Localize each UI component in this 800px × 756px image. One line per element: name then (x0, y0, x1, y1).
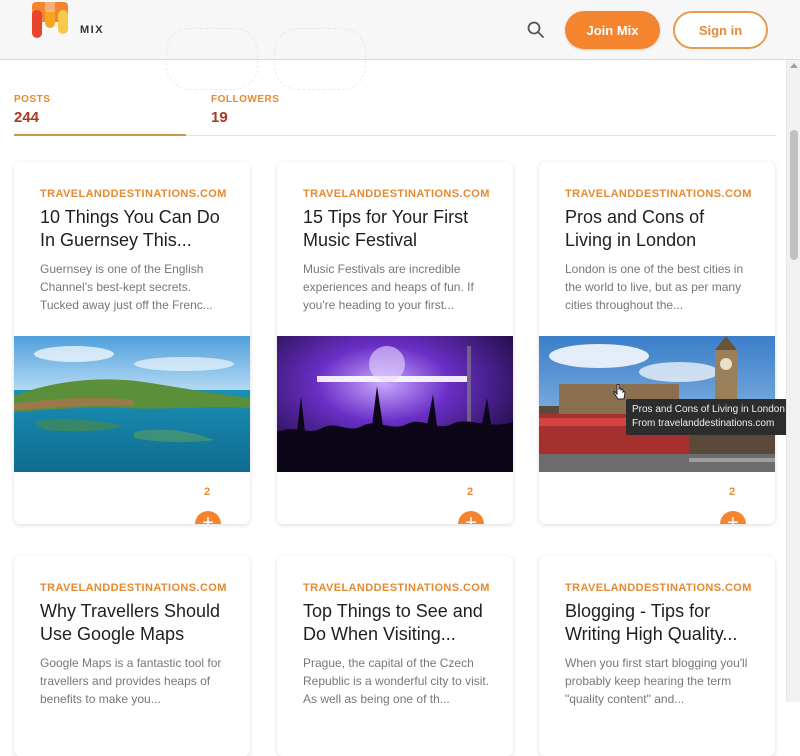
followers-label[interactable]: FOLLOWERS (211, 94, 279, 105)
add-button[interactable]: + (720, 511, 746, 524)
card-description: Google Maps is a fantastic tool for trav… (40, 656, 222, 706)
card-count: 2 (204, 486, 211, 498)
top-navigation-bar: MIX Join Mix Sign in (0, 0, 800, 90)
add-button[interactable]: + (195, 511, 221, 524)
post-card[interactable]: TRAVELANDDESTINATIONS.COM 15 Tips for Yo… (277, 162, 513, 524)
post-card[interactable]: TRAVELANDDESTINATIONS.COM Top Things to … (277, 556, 513, 756)
card-title[interactable]: 10 Things You Can Do In Guernsey This... (40, 206, 230, 252)
card-count: 2 (467, 486, 474, 498)
card-domain[interactable]: TRAVELANDDESTINATIONS.COM (303, 188, 490, 200)
scrollbar-thumb[interactable] (790, 130, 798, 260)
card-description: London is one of the best cities in the … (565, 262, 744, 312)
card-title[interactable]: Blogging - Tips for Writing High Quality… (565, 600, 755, 646)
active-tab-indicator (14, 134, 186, 136)
card-domain[interactable]: TRAVELANDDESTINATIONS.COM (40, 188, 227, 200)
post-card[interactable]: TRAVELANDDESTINATIONS.COM Why Travellers… (14, 556, 250, 756)
post-card[interactable]: TRAVELANDDESTINATIONS.COM Pros and Cons … (539, 162, 775, 524)
brand-wordmark: MIX (80, 24, 105, 36)
card-title[interactable]: Pros and Cons of Living in London (565, 206, 755, 252)
hover-tooltip: Pros and Cons of Living in London From t… (626, 399, 800, 435)
tooltip-title: Pros and Cons of Living in London (632, 404, 785, 415)
card-description: Guernsey is one of the English Channel's… (40, 262, 213, 312)
card-title[interactable]: Why Travellers Should Use Google Maps (40, 600, 230, 646)
join-mix-button[interactable]: Join Mix (565, 11, 660, 49)
card-count: 2 (729, 486, 736, 498)
tab-divider (186, 135, 776, 136)
search-icon[interactable] (524, 18, 548, 42)
card-domain[interactable]: TRAVELANDDESTINATIONS.COM (565, 582, 752, 594)
card-domain[interactable]: TRAVELANDDESTINATIONS.COM (40, 582, 227, 594)
ghost-artifact (274, 28, 366, 90)
card-thumbnail-concert[interactable] (277, 336, 513, 472)
ghost-artifact (166, 28, 258, 90)
card-title[interactable]: 15 Tips for Your First Music Festival (303, 206, 493, 252)
card-description: Prague, the capital of the Czech Republi… (303, 656, 490, 706)
card-domain[interactable]: TRAVELANDDESTINATIONS.COM (565, 188, 752, 200)
post-card[interactable]: TRAVELANDDESTINATIONS.COM Blogging - Tip… (539, 556, 775, 756)
add-button[interactable]: + (458, 511, 484, 524)
card-thumbnail-coastline[interactable] (14, 336, 250, 472)
sign-in-button[interactable]: Sign in (673, 11, 768, 49)
mix-logo-icon[interactable] (32, 2, 68, 38)
card-description: When you first start blogging you'll pro… (565, 656, 748, 706)
card-description: Music Festivals are incredible experienc… (303, 262, 474, 312)
tooltip-source: From travelanddestinations.com (632, 418, 775, 429)
posts-label[interactable]: POSTS (14, 94, 50, 105)
card-domain[interactable]: TRAVELANDDESTINATIONS.COM (303, 582, 490, 594)
scroll-up-arrow-icon[interactable] (790, 63, 798, 68)
followers-count[interactable]: 19 (211, 109, 228, 126)
hand-cursor-icon (613, 384, 626, 400)
post-card[interactable]: TRAVELANDDESTINATIONS.COM 10 Things You … (14, 162, 250, 524)
vertical-scrollbar[interactable] (786, 60, 800, 702)
card-title[interactable]: Top Things to See and Do When Visiting..… (303, 600, 493, 646)
posts-count[interactable]: 244 (14, 109, 39, 126)
